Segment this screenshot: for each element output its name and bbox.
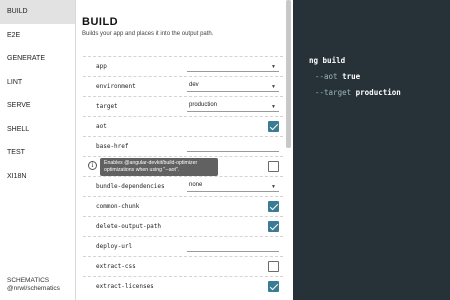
target-select-value: production bbox=[189, 102, 218, 108]
command-flag-aot: --aot bbox=[315, 72, 338, 81]
delete-output-path-checkbox[interactable] bbox=[268, 221, 279, 232]
main-form: BUILD Builds your app and places it into… bbox=[77, 0, 293, 300]
command-line-target: --target production bbox=[315, 88, 401, 97]
field-label-environment: environment bbox=[96, 83, 136, 90]
extract-css-checkbox[interactable] bbox=[268, 261, 279, 272]
bundle-dependencies-select-value: none bbox=[189, 182, 203, 188]
sidebar-item-test[interactable]: TEST bbox=[0, 141, 75, 165]
field-label-target: target bbox=[96, 103, 118, 110]
field-label-extract-licenses: extract-licenses bbox=[96, 283, 154, 290]
field-row-target: target production ▼ bbox=[83, 96, 283, 116]
schematics-label: SCHEMATICS bbox=[7, 277, 50, 284]
chevron-down-icon: ▼ bbox=[271, 184, 276, 190]
field-row-extract-licenses: extract-licenses bbox=[83, 276, 283, 296]
common-chunk-checkbox[interactable] bbox=[268, 201, 279, 212]
field-row-base-href: base-href bbox=[83, 136, 283, 156]
field-label-base-href: base-href bbox=[96, 143, 129, 150]
page-title: BUILD bbox=[82, 16, 119, 28]
field-label-bundle-dependencies: bundle-dependencies bbox=[96, 183, 165, 190]
extract-licenses-checkbox[interactable] bbox=[268, 281, 279, 292]
command-flag-target: --target bbox=[315, 88, 352, 97]
field-row-aot: aot bbox=[83, 116, 283, 136]
sidebar-item-e2e[interactable]: E2E bbox=[0, 24, 75, 48]
field-row-delete-output-path: delete-output-path bbox=[83, 216, 283, 236]
command-line-aot: --aot true bbox=[315, 72, 360, 81]
command-flag-target-value: production bbox=[355, 88, 401, 97]
field-row-environment: environment dev ▼ bbox=[83, 76, 283, 96]
aot-checkbox[interactable] bbox=[268, 121, 279, 132]
field-row-deploy-url: deploy-url bbox=[83, 236, 283, 256]
page-subtitle: Builds your app and places it into the o… bbox=[82, 31, 214, 37]
schematics-package: @nrwl/schematics bbox=[7, 285, 60, 292]
sidebar: BUILD E2E GENERATE LINT SERVE SHELL TEST… bbox=[0, 0, 76, 300]
sidebar-item-build[interactable]: BUILD bbox=[0, 0, 75, 24]
environment-select[interactable]: dev ▼ bbox=[187, 80, 279, 92]
target-select[interactable]: production ▼ bbox=[187, 100, 279, 112]
build-optimizer-checkbox[interactable] bbox=[268, 161, 279, 172]
field-row-common-chunk: common-chunk bbox=[83, 196, 283, 216]
field-label-delete-output-path: delete-output-path bbox=[96, 223, 162, 230]
info-icon[interactable]: i bbox=[88, 161, 97, 170]
sidebar-item-xi18n[interactable]: XI18N bbox=[0, 165, 75, 189]
command-line-base: ng build bbox=[309, 56, 346, 65]
sidebar-item-shell[interactable]: SHELL bbox=[0, 118, 75, 142]
field-row-extract-css: extract-css bbox=[83, 256, 283, 276]
field-label-app: app bbox=[96, 63, 107, 70]
chevron-down-icon: ▼ bbox=[271, 84, 276, 90]
field-row-build-optimizer: build-optimizer i Enables @angular-devki… bbox=[83, 156, 283, 176]
build-optimizer-tooltip: Enables @angular-devkit/build-optimizer … bbox=[100, 158, 218, 176]
app-select[interactable]: ▼ bbox=[187, 60, 279, 72]
command-flag-aot-value: true bbox=[342, 72, 361, 81]
field-row-bundle-dependencies: bundle-dependencies none ▼ bbox=[83, 176, 283, 196]
chevron-down-icon: ▼ bbox=[271, 104, 276, 110]
field-row-app: app ▼ bbox=[83, 56, 283, 76]
deploy-url-input[interactable] bbox=[187, 240, 279, 252]
sidebar-item-lint[interactable]: LINT bbox=[0, 71, 75, 95]
field-label-deploy-url: deploy-url bbox=[96, 243, 133, 250]
base-href-input[interactable] bbox=[187, 140, 279, 152]
field-label-extract-css: extract-css bbox=[96, 263, 136, 270]
field-label-common-chunk: common-chunk bbox=[96, 203, 140, 210]
schematics-footer[interactable]: SCHEMATICS @nrwl/schematics bbox=[7, 277, 60, 293]
chevron-down-icon: ▼ bbox=[271, 64, 276, 70]
environment-select-value: dev bbox=[189, 82, 199, 88]
scrollbar[interactable] bbox=[286, 0, 291, 148]
sidebar-item-serve[interactable]: SERVE bbox=[0, 94, 75, 118]
bundle-dependencies-select[interactable]: none ▼ bbox=[187, 180, 279, 192]
command-preview-panel: ng build --aot true --target production bbox=[293, 0, 450, 300]
field-label-aot: aot bbox=[96, 123, 107, 130]
sidebar-item-generate[interactable]: GENERATE bbox=[0, 47, 75, 71]
